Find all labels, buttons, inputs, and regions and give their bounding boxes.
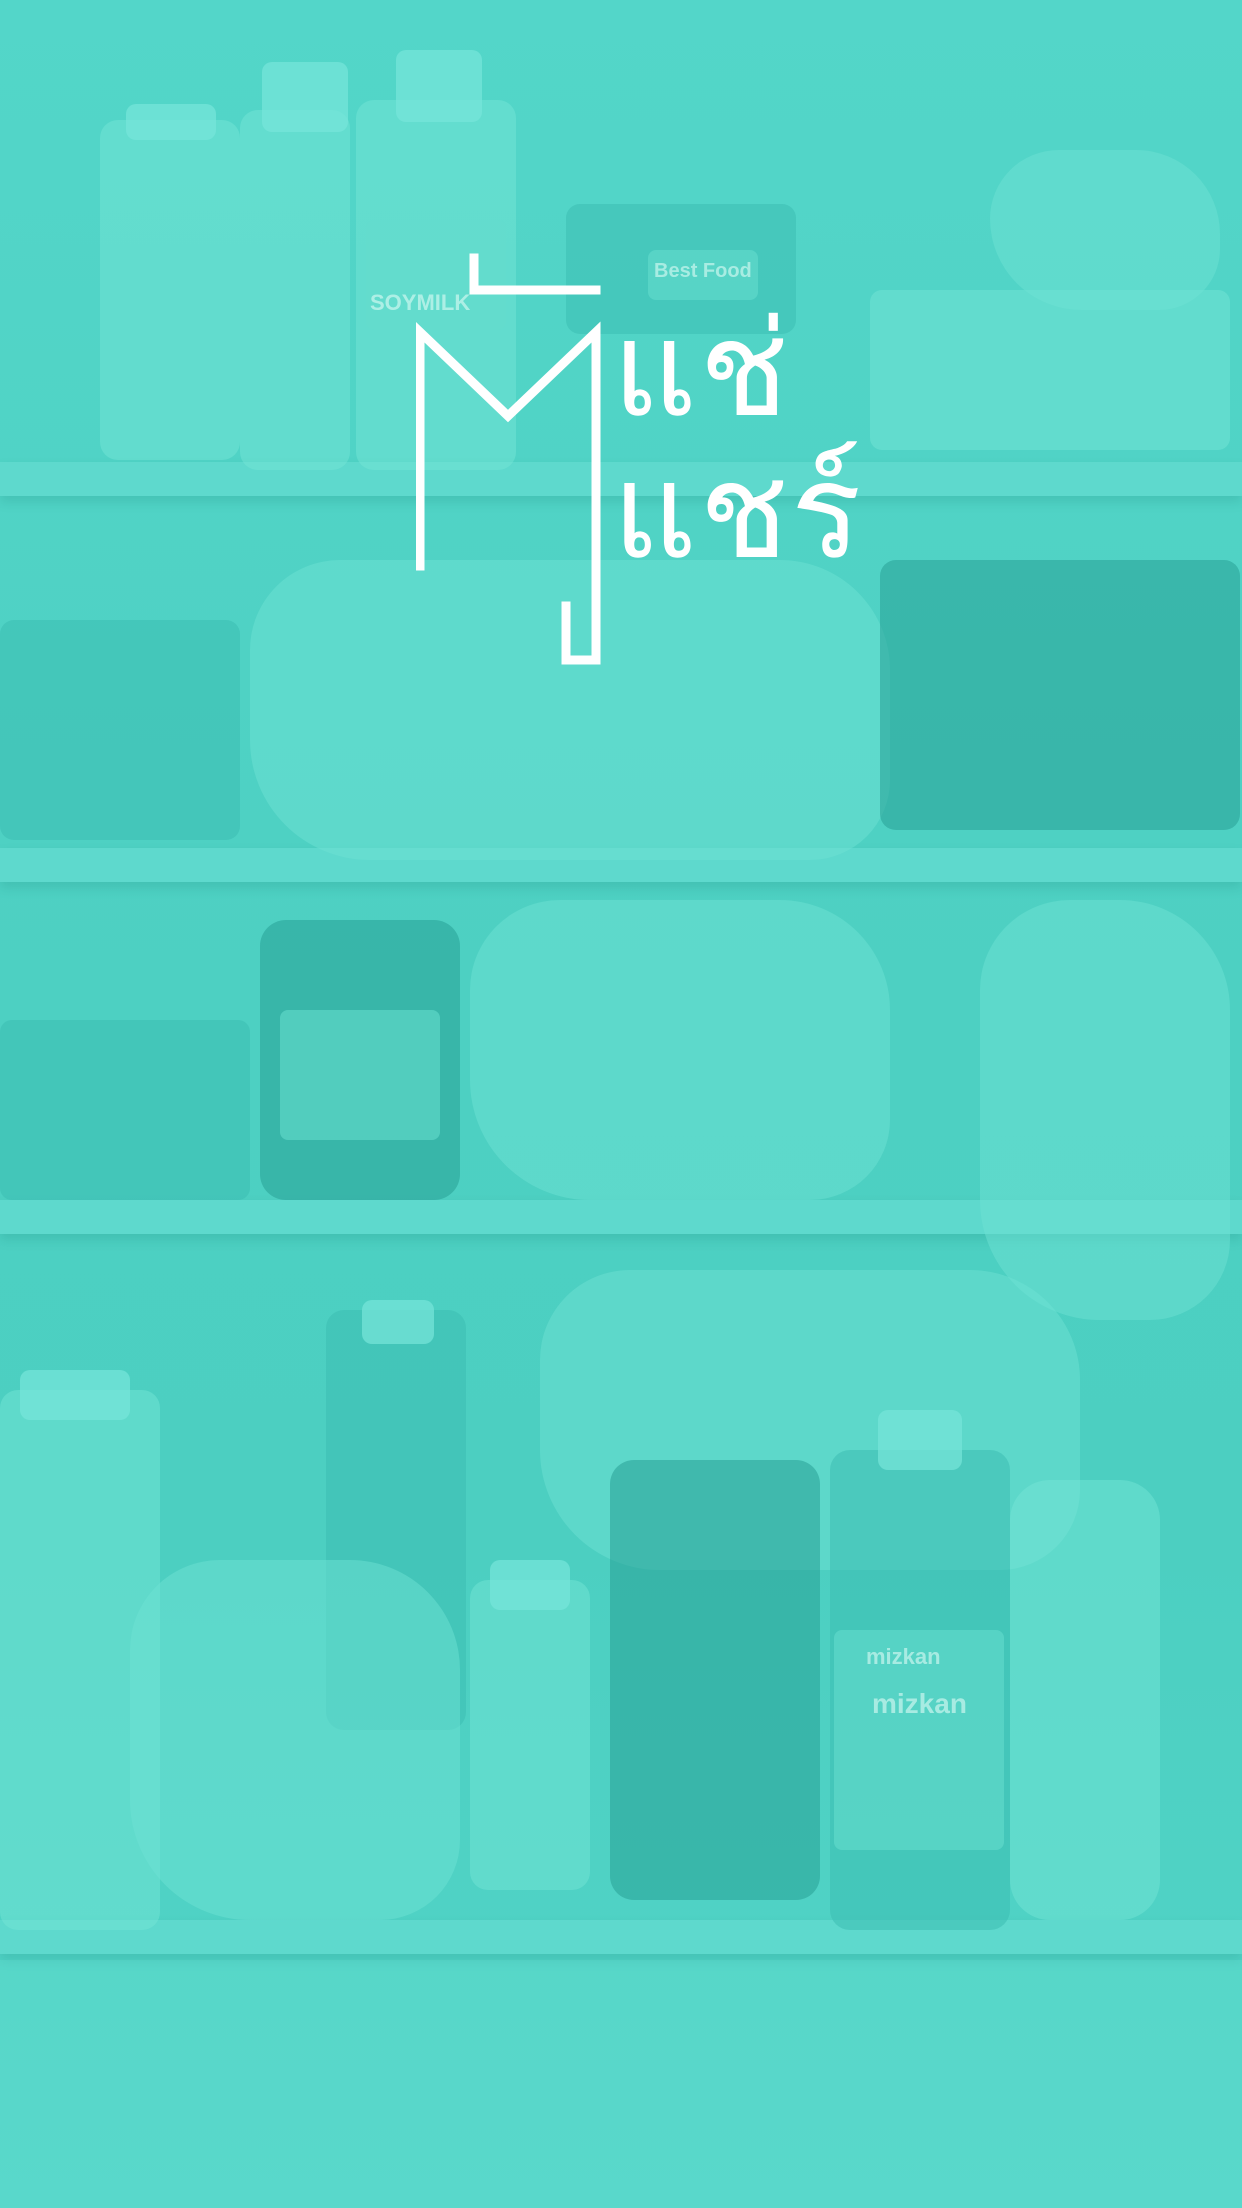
bag <box>990 150 1220 310</box>
brand-label-text: mizkan <box>872 1688 967 1719</box>
jar <box>610 1460 820 1900</box>
bottle-cap <box>490 1560 570 1610</box>
container <box>870 290 1230 450</box>
bag <box>980 900 1230 1320</box>
shelf-4 <box>0 1920 1242 1954</box>
splash-screen: SOYMILK Best Food mizkan mizkan แช่ แชร์ <box>0 0 1242 2208</box>
bag <box>130 1560 460 1920</box>
bottle <box>100 120 240 460</box>
brand-label-text: mizkan <box>866 1644 941 1669</box>
bottle-cap <box>362 1300 434 1344</box>
bag <box>470 900 890 1200</box>
app-name-line1: แช่ <box>612 293 791 447</box>
container <box>880 560 1240 830</box>
bottle <box>240 110 350 470</box>
container <box>0 620 240 840</box>
bottle <box>470 1580 590 1890</box>
jar-label <box>280 1010 440 1140</box>
bottle <box>1010 1480 1160 1920</box>
bottle-cap <box>878 1410 962 1470</box>
bottle-cap <box>396 50 482 122</box>
bottle-cap <box>126 104 216 140</box>
app-name-line2: แชร์ <box>612 435 864 589</box>
bottle-cap <box>20 1370 130 1420</box>
container <box>0 1020 250 1200</box>
app-logo: แช่ แชร์ <box>416 250 862 670</box>
bottle-cap <box>262 62 348 132</box>
drawer <box>0 1960 1242 2208</box>
